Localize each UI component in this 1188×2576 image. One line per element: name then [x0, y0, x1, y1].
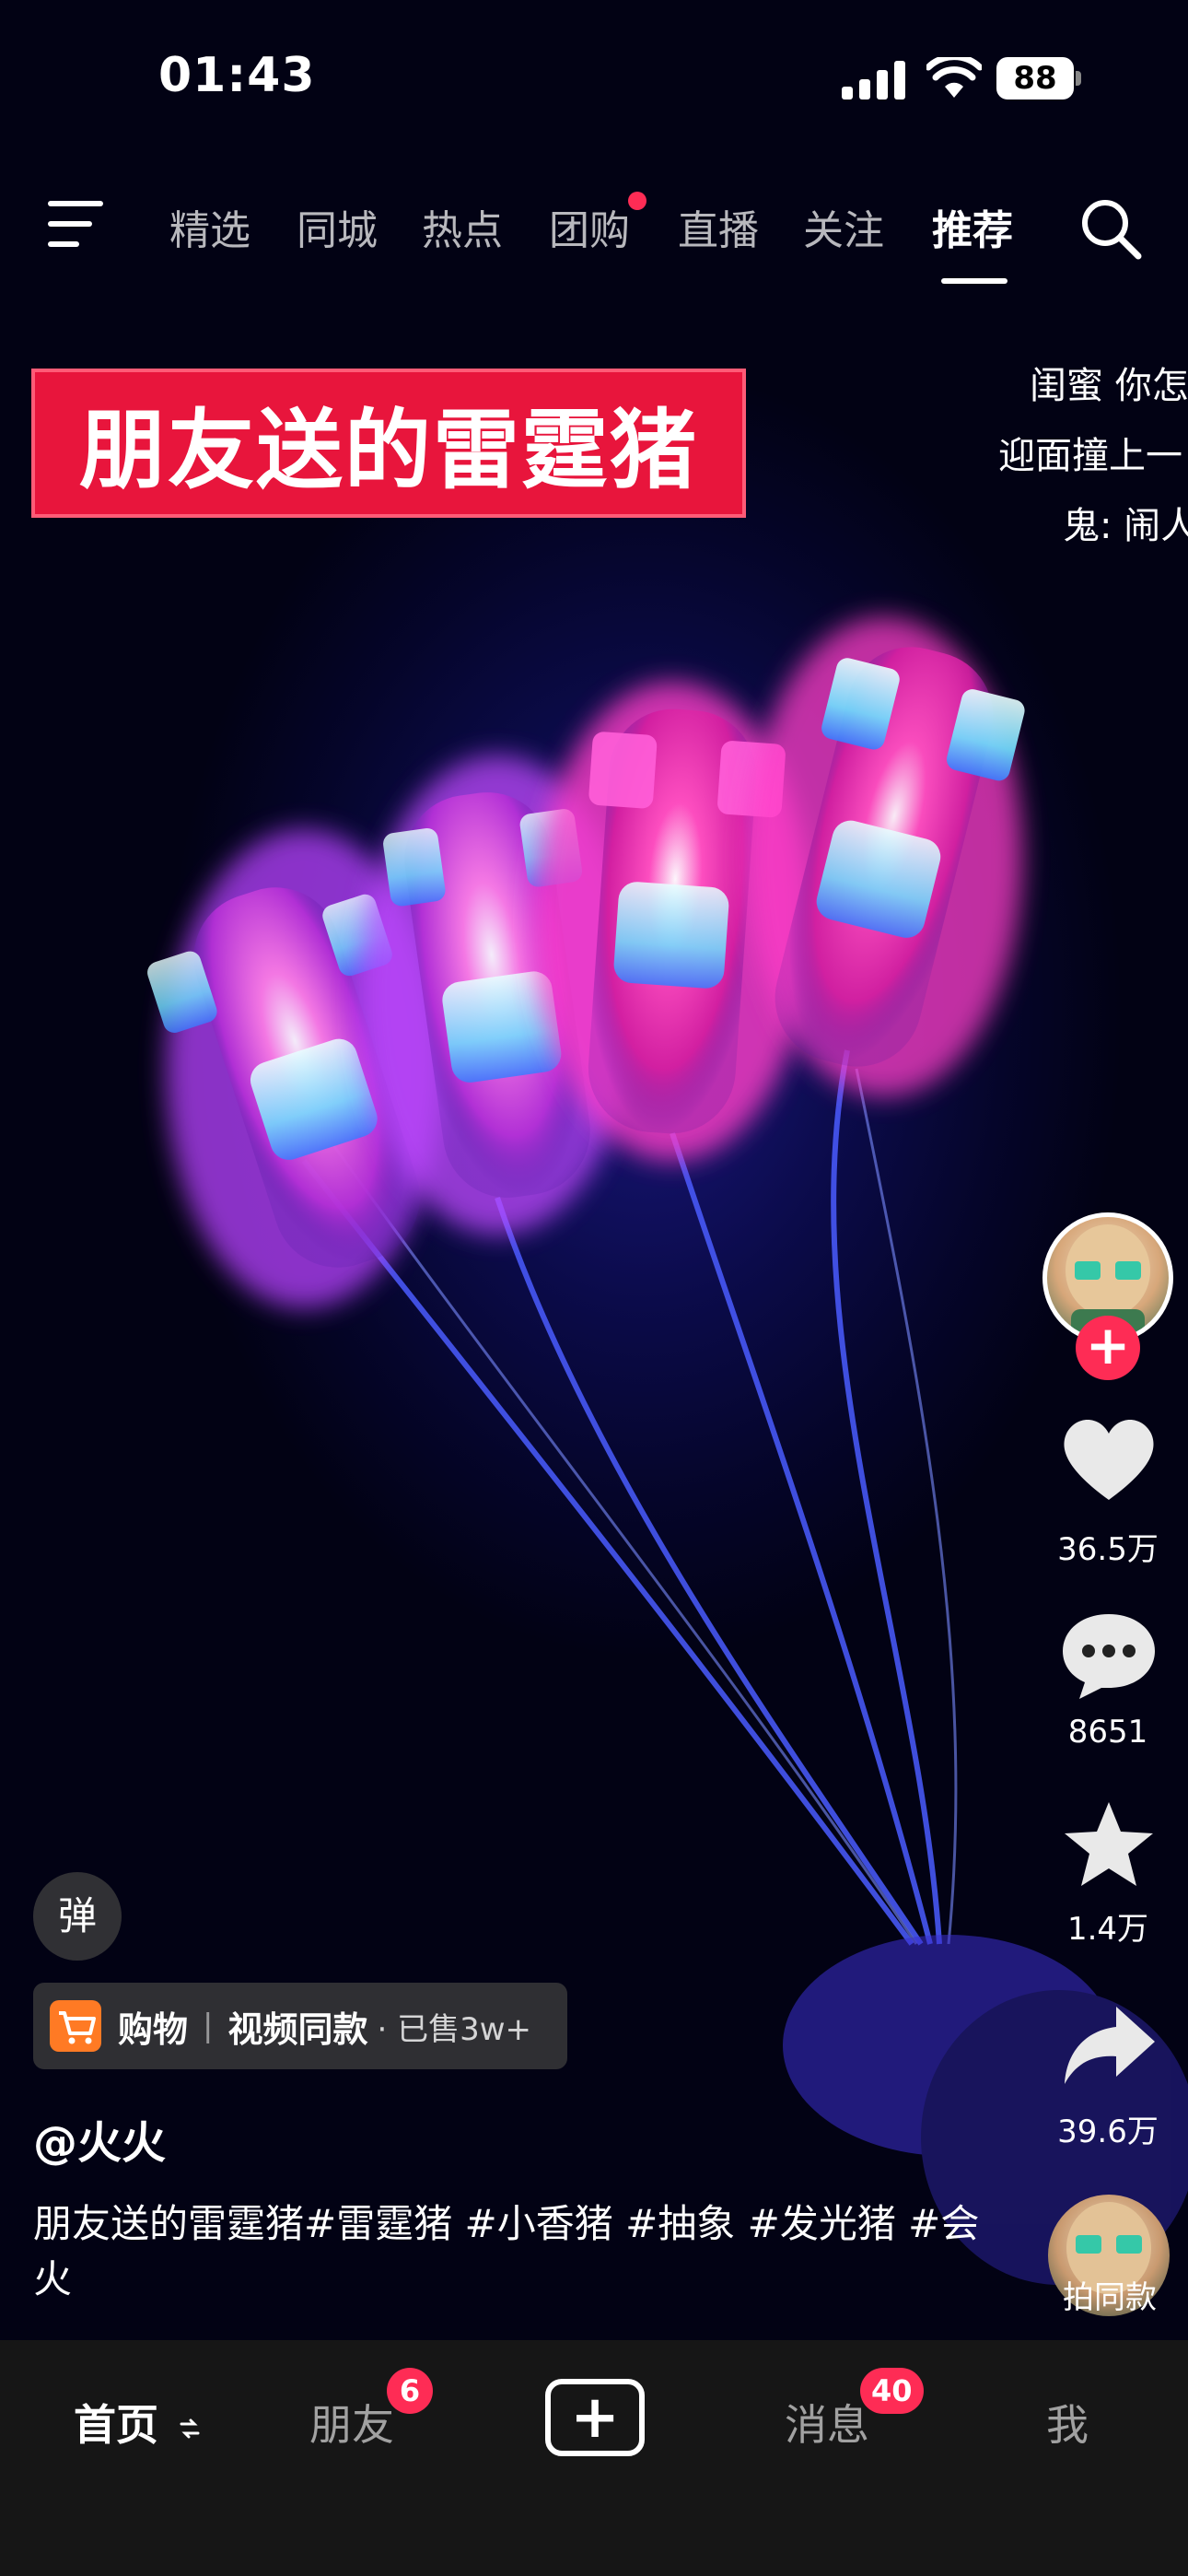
- shopping-cart-icon: [50, 2000, 101, 2052]
- floating-comment-2: 迎面撞上一: [998, 435, 1182, 477]
- video-title-text: 朋友送的雷霆猪: [78, 401, 698, 501]
- like-count: 36.5万: [1057, 1531, 1159, 1568]
- follow-button[interactable]: +: [1076, 1316, 1140, 1380]
- floating-comment-3: 鬼: 闹人: [1063, 505, 1188, 547]
- danmaku-toggle-button[interactable]: 弹: [33, 1872, 122, 1961]
- battery-indicator: 88: [996, 57, 1081, 100]
- comment-icon[interactable]: [1059, 1609, 1159, 1701]
- cellular-signal-icon: [842, 61, 905, 100]
- tab-featured[interactable]: 精选: [169, 197, 250, 256]
- clock: 01:43: [158, 48, 316, 103]
- tab-home[interactable]: 首页: [74, 2392, 201, 2453]
- menu-icon[interactable]: [48, 201, 107, 249]
- notification-dot: [628, 192, 646, 210]
- active-tab-indicator: [941, 278, 1007, 284]
- same-item-label: 视频同款: [227, 2008, 368, 2050]
- tab-home-label: 首页: [74, 2400, 158, 2450]
- plus-icon: +: [570, 2383, 620, 2452]
- tab-me[interactable]: 我: [1046, 2392, 1089, 2453]
- top-navigation: 精选 同城 热点 团购 直播 关注 推荐: [0, 175, 1188, 284]
- battery-cap: [1076, 71, 1081, 86]
- tab-friends[interactable]: 朋友: [309, 2392, 394, 2453]
- like-heart-icon[interactable]: [1059, 1413, 1159, 1505]
- tab-trending[interactable]: 热点: [422, 197, 503, 256]
- create-button[interactable]: +: [545, 2379, 645, 2456]
- shop-label: 购物: [118, 2008, 189, 2050]
- video-title-overlay: 朋友送的雷霆猪: [31, 369, 746, 518]
- shopping-chip[interactable]: 购物 | 视频同款 · 已售3w+: [33, 1983, 567, 2069]
- friends-badge: 6: [387, 2368, 433, 2414]
- wifi-icon: [926, 57, 982, 98]
- tab-group-buy-label: 团购: [549, 207, 630, 254]
- status-bar: 01:43 88: [0, 0, 1188, 157]
- author-username[interactable]: @火火: [33, 2106, 166, 2171]
- tab-following[interactable]: 关注: [803, 197, 884, 256]
- refresh-swap-icon: [180, 2418, 200, 2438]
- share-arrow-icon[interactable]: [1059, 1999, 1159, 2091]
- tab-nearby[interactable]: 同城: [297, 197, 378, 256]
- tab-live[interactable]: 直播: [678, 197, 759, 256]
- battery-level: 88: [996, 57, 1074, 100]
- tab-recommended[interactable]: 推荐: [932, 197, 1013, 284]
- floating-comment-1: 闺蜜 你怎: [1030, 365, 1188, 407]
- favorite-count: 1.4万: [1066, 1911, 1149, 1948]
- shop-separator: |: [203, 2008, 214, 2044]
- video-caption[interactable]: 朋友送的雷霆猪#雷霆猪 #小香猪 #抽象 #发光猪 #会火: [33, 2196, 991, 2307]
- favorite-star-icon[interactable]: [1059, 1798, 1159, 1891]
- tab-recommended-label: 推荐: [932, 207, 1013, 254]
- comment-count: 8651: [1067, 1714, 1148, 1751]
- search-icon[interactable]: [1079, 197, 1142, 260]
- tab-group-buy[interactable]: 团购: [549, 192, 646, 256]
- bottom-tab-bar: 首页 朋友 6 + 消息 40 我: [0, 2340, 1188, 2576]
- tab-messages[interactable]: 消息: [785, 2392, 869, 2453]
- messages-badge: 40: [860, 2368, 924, 2414]
- sold-count: · 已售3w+: [377, 2010, 532, 2048]
- share-count: 39.6万: [1057, 2113, 1159, 2150]
- same-style-label[interactable]: 拍同款: [1031, 2272, 1188, 2317]
